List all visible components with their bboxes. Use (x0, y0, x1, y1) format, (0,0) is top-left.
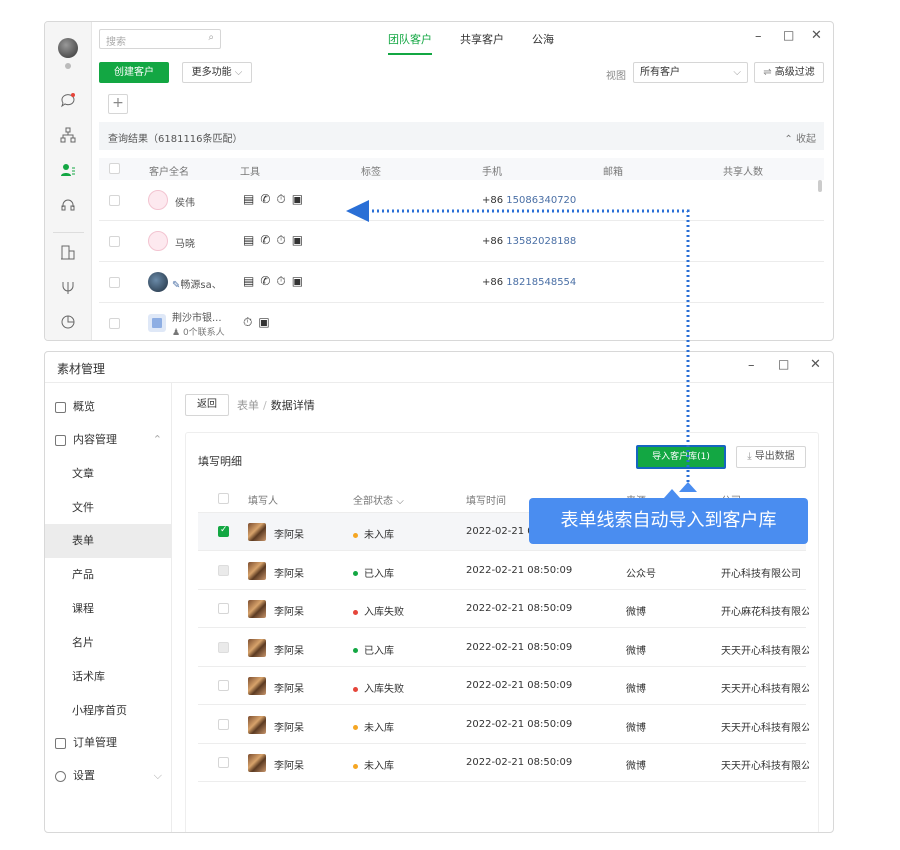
flow-arrow (346, 200, 697, 492)
pointer-tip (679, 482, 697, 492)
callout-label: 表单线索自动导入到客户库 (529, 489, 808, 544)
arrow-head (346, 200, 369, 222)
dotted-connector (368, 209, 690, 492)
